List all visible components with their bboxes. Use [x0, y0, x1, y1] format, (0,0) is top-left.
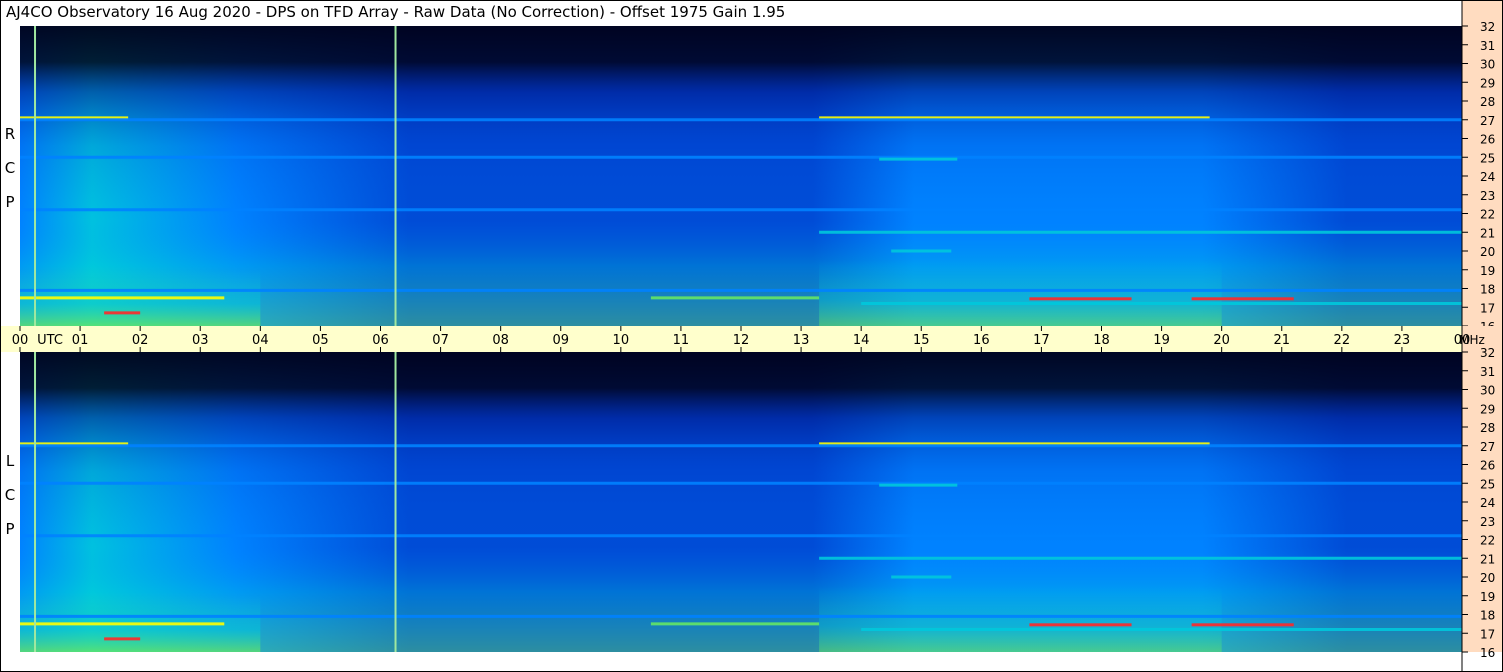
lcp-freq-tick-label-24: 24 — [1480, 496, 1495, 510]
lcp-signal-band-11 — [1191, 623, 1294, 627]
lcp-freq-tick-label-16: 16 — [1480, 646, 1495, 660]
lcp-signal-band-10 — [1029, 623, 1132, 627]
time-tick-label-9: 09 — [552, 333, 569, 348]
time-tick-label-21: 21 — [1273, 333, 1290, 348]
time-axis-bg — [0, 326, 1462, 352]
rcp-signal-band-12 — [104, 311, 141, 315]
lcp-freq-tick-label-29: 29 — [1480, 402, 1495, 416]
rcp-signal-band-11 — [1191, 297, 1294, 301]
rcp-freq-tick-label-29: 29 — [1480, 76, 1495, 90]
time-tick-label-5: 05 — [312, 333, 329, 348]
time-tick-label-18: 18 — [1093, 333, 1110, 348]
time-tick-label-15: 15 — [913, 333, 930, 348]
rcp-signal-band-8 — [861, 302, 1462, 305]
rcp-signal-band-10 — [1029, 297, 1132, 301]
rcp-signal-band-7 — [650, 296, 820, 300]
rcp-glow-afternoon — [819, 260, 1222, 326]
rcp-freq-tick-label-18: 18 — [1480, 283, 1495, 297]
lcp-glow-afternoon — [819, 586, 1222, 652]
spectrogram-figure: AJ4CO Observatory 16 Aug 2020 - DPS on T… — [0, 0, 1503, 672]
freq-axis-unit: MHz — [1459, 333, 1485, 347]
rcp-freq-tick-label-17: 17 — [1480, 301, 1495, 315]
time-tick-label-1: 01 — [72, 333, 89, 348]
time-tick-label-22: 22 — [1334, 333, 1351, 348]
lcp-panel: 16 17 18 19 20 21 22 23 24 25 26 27 28 29 30 31 32 — [20, 326, 1503, 660]
lcp-signal-band-5 — [20, 534, 1462, 538]
rcp-signal-band-3 — [20, 155, 1462, 159]
lcp-signal-band-8 — [861, 628, 1462, 631]
rcp-freq-tick-label-26: 26 — [1480, 133, 1495, 147]
time-tick-label-13: 13 — [793, 333, 810, 348]
rcp-signal-band-5 — [20, 208, 1462, 212]
time-tick-label-0: 00 — [12, 333, 29, 348]
time-tick-label-14: 14 — [853, 333, 870, 348]
rcp-freq-tick-label-19: 19 — [1480, 264, 1495, 278]
lcp-freq-tick-label-31: 31 — [1480, 365, 1495, 379]
lcp-freq-tick-label-27: 27 — [1480, 440, 1495, 454]
time-tick-label-16: 16 — [973, 333, 990, 348]
time-tick-label-3: 03 — [192, 333, 209, 348]
lcp-utc-marker-1 — [394, 352, 397, 652]
rcp-freq-tick-label-27: 27 — [1480, 114, 1495, 128]
rcp-freq-tick-label-24: 24 — [1480, 170, 1495, 184]
lcp-freq-tick-label-30: 30 — [1480, 384, 1495, 398]
rcp-signal-band-14 — [891, 249, 952, 253]
rcp-freq-tick-label-20: 20 — [1480, 245, 1495, 259]
time-tick-label-7: 07 — [432, 333, 449, 348]
lcp-freq-tick-label-17: 17 — [1480, 627, 1495, 641]
lcp-signal-band-6 — [20, 622, 225, 626]
lcp-signal-band-2 — [20, 444, 1462, 448]
lcp-signal-band-4 — [819, 556, 1462, 560]
time-tick-label-10: 10 — [613, 333, 630, 348]
lcp-freq-tick-label-32: 32 — [1480, 346, 1495, 360]
rcp-freq-tick-label-31: 31 — [1480, 39, 1495, 53]
lcp-freq-tick-label-18: 18 — [1480, 609, 1495, 623]
time-tick-label-12: 12 — [733, 333, 750, 348]
lcp-freq-tick-label-26: 26 — [1480, 459, 1495, 473]
rcp-panel: 1617181920212223242526272829303132 — [20, 0, 1503, 334]
time-tick-label-2: 02 — [132, 333, 149, 348]
rcp-freq-tick-label-28: 28 — [1480, 95, 1495, 109]
rcp-utc-marker-0 — [34, 26, 37, 326]
lcp-freq-tick-label-22: 22 — [1480, 534, 1495, 548]
rcp-freq-tick-label-23: 23 — [1480, 189, 1495, 203]
time-tick-label-17: 17 — [1033, 333, 1050, 348]
rcp-signal-band-9 — [20, 288, 1462, 292]
time-tick-label-19: 19 — [1153, 333, 1170, 348]
rcp-signal-band-4 — [819, 230, 1462, 234]
rcp-signal-band-2 — [20, 118, 1462, 122]
time-tick-label-6: 06 — [372, 333, 389, 348]
time-tick-label-4: 04 — [252, 333, 269, 348]
lcp-signal-band-12 — [104, 637, 141, 641]
time-axis-unit: UTC — [37, 333, 63, 348]
lcp-signal-band-3 — [20, 481, 1462, 485]
rcp-signal-band-13 — [879, 157, 958, 161]
rcp-freq-tick-label-22: 22 — [1480, 208, 1495, 222]
time-tick-label-20: 20 — [1213, 333, 1230, 348]
lcp-signal-band-14 — [891, 575, 952, 579]
lcp-freq-tick-label-25: 25 — [1480, 477, 1495, 491]
lcp-freq-tick-label-23: 23 — [1480, 515, 1495, 529]
lcp-utc-marker-0 — [34, 352, 37, 652]
rcp-freq-tick-label-25: 25 — [1480, 151, 1495, 165]
time-tick-label-11: 11 — [673, 333, 690, 348]
lcp-freq-tick-label-20: 20 — [1480, 571, 1495, 585]
lcp-freq-tick-label-28: 28 — [1480, 421, 1495, 435]
rcp-freq-tick-label-21: 21 — [1480, 226, 1495, 240]
rcp-freq-tick-label-30: 30 — [1480, 58, 1495, 72]
spectrogram-chart: 16 17 18 19 20 21 22 23 24 25 26 27 28 29 30 31 32 16 17 18… — [0, 0, 1503, 672]
rcp-freq-tick-label-32: 32 — [1480, 20, 1495, 34]
lcp-freq-tick-label-21: 21 — [1480, 552, 1495, 566]
lcp-freq-tick-label-19: 19 — [1480, 590, 1495, 604]
rcp-utc-marker-1 — [394, 26, 397, 326]
time-tick-label-8: 08 — [492, 333, 509, 348]
time-tick-label-23: 23 — [1394, 333, 1411, 348]
rcp-signal-band-6 — [20, 296, 225, 300]
lcp-signal-band-13 — [879, 483, 958, 487]
lcp-signal-band-7 — [650, 622, 820, 626]
lcp-signal-band-9 — [20, 614, 1462, 618]
